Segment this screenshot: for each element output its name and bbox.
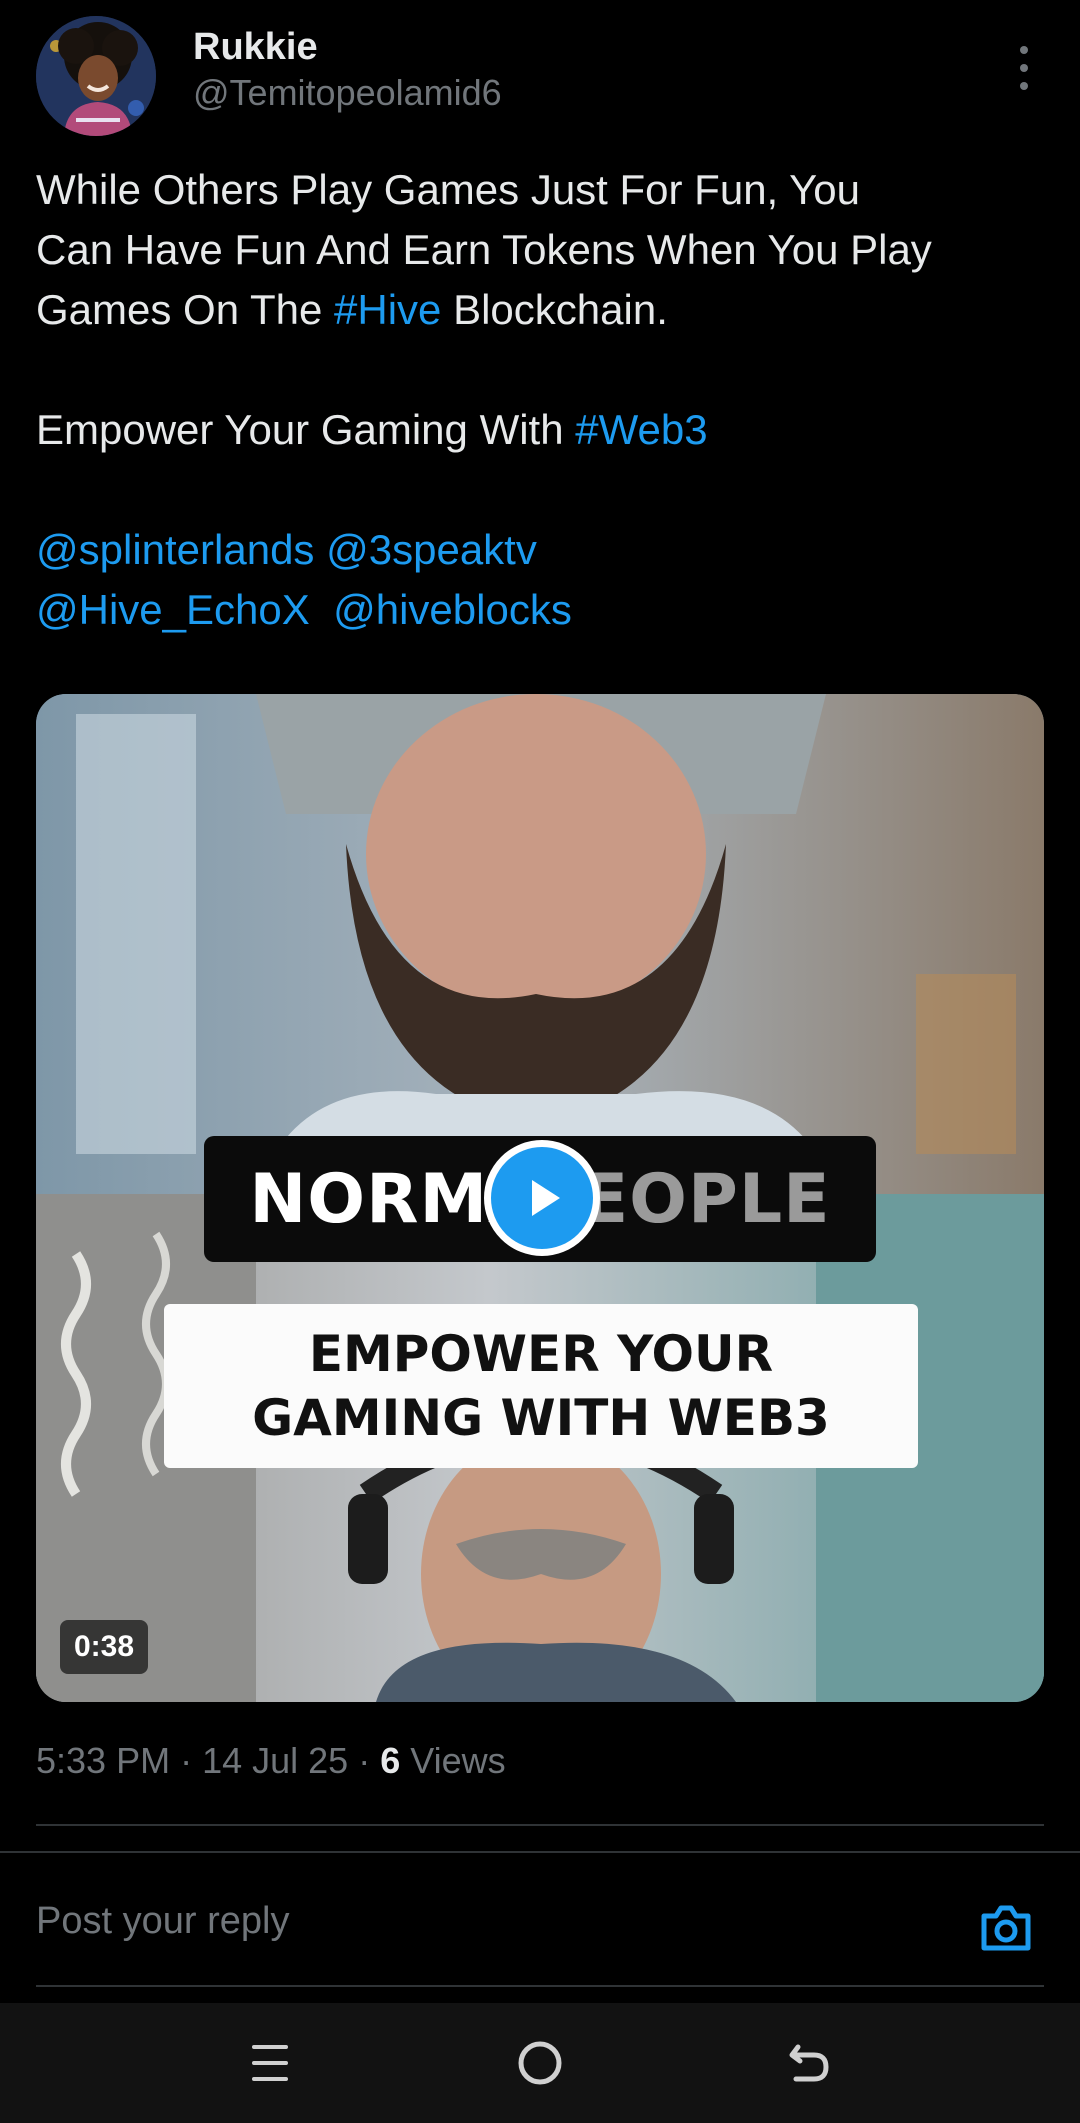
tweet-meta: 5:33 PM · 14 Jul 25 · 6 Views	[36, 1740, 506, 1782]
caption-line: EMPOWER YOUR	[308, 1325, 774, 1383]
mentions-line: @Hive_EchoX @hiveblocks	[36, 580, 1046, 640]
hashtag-hive-link[interactable]: #Hive	[334, 286, 441, 333]
tweet-line: While Others Play Games Just For Fun, Yo…	[36, 166, 861, 213]
divider	[0, 1851, 1080, 1853]
home-icon-graphic	[518, 2041, 562, 2085]
mention-hiveblocks-link[interactable]: @hiveblocks	[333, 586, 572, 633]
video-caption-bottom: EMPOWER YOUR GAMING WITH WEB3	[164, 1304, 918, 1468]
recents-icon-graphic	[252, 2045, 288, 2081]
tweet-text-fragment: Empower Your Gaming With	[36, 406, 576, 453]
back-icon-graphic	[789, 2044, 829, 2082]
home-icon[interactable]	[510, 2033, 570, 2093]
display-name[interactable]: Rukkie	[193, 26, 318, 69]
tweet-date: 14 Jul 25	[202, 1740, 349, 1781]
user-handle[interactable]: @Temitopeolamid6	[193, 72, 502, 114]
meta-separator: ·	[348, 1740, 381, 1781]
tweet-text-fragment: Games On The	[36, 286, 335, 333]
reply-input[interactable]: Post your reply	[36, 1900, 289, 1943]
recents-icon[interactable]	[240, 2033, 300, 2093]
avatar[interactable]	[36, 16, 156, 136]
divider	[36, 1824, 1044, 1826]
more-dot	[1020, 46, 1028, 54]
tweet-text-fragment: Blockchain.	[441, 286, 668, 333]
caption-text: EOPLE	[581, 1159, 831, 1239]
views-count: 6	[380, 1740, 401, 1781]
play-button[interactable]	[484, 1140, 600, 1256]
tweet-time: 5:33 PM	[36, 1740, 171, 1781]
back-icon[interactable]	[780, 2033, 840, 2093]
tweet-line: Empower Your Gaming With #Web3	[36, 400, 1046, 460]
tweet-detail-screen: Rukkie @Temitopeolamid6 While Others Pla…	[0, 0, 1080, 2123]
avatar-image	[36, 16, 156, 136]
tweet-header: Rukkie @Temitopeolamid6	[36, 16, 1044, 140]
more-dot	[1020, 82, 1028, 90]
camera-icon-graphic	[981, 1905, 1031, 1951]
system-navigation-bar	[0, 2003, 1080, 2123]
views-label: Views	[400, 1740, 506, 1781]
mention-splinterlands-link[interactable]: @splinterlands	[36, 526, 314, 573]
camera-icon[interactable]	[976, 1898, 1036, 1958]
mentions-line: @splinterlands @3speaktv	[36, 520, 1046, 580]
tweet-text: While Others Play Games Just For Fun, Yo…	[36, 160, 1046, 640]
views-link[interactable]: 6 Views	[380, 1740, 505, 1781]
hashtag-web3-link[interactable]: #Web3	[575, 406, 707, 453]
tweet-line: Can Have Fun And Earn Tokens When You Pl…	[36, 226, 932, 273]
tweet-line: Games On The #Hive Blockchain.	[36, 280, 1046, 340]
video-player[interactable]: NORMA EOPLE EMPOWER YOUR GAMING WITH WEB…	[36, 694, 1044, 1702]
video-duration-badge: 0:38	[60, 1620, 149, 1674]
play-icon	[532, 1180, 560, 1216]
more-vertical-icon[interactable]	[1004, 38, 1044, 98]
divider	[36, 1985, 1044, 1987]
meta-separator: ·	[170, 1740, 203, 1781]
mention-hive-echox-link[interactable]: @Hive_EchoX	[36, 586, 310, 633]
mention-3speaktv-link[interactable]: @3speaktv	[326, 526, 537, 573]
caption-line: GAMING WITH WEB3	[252, 1389, 830, 1447]
more-dot	[1020, 64, 1028, 72]
